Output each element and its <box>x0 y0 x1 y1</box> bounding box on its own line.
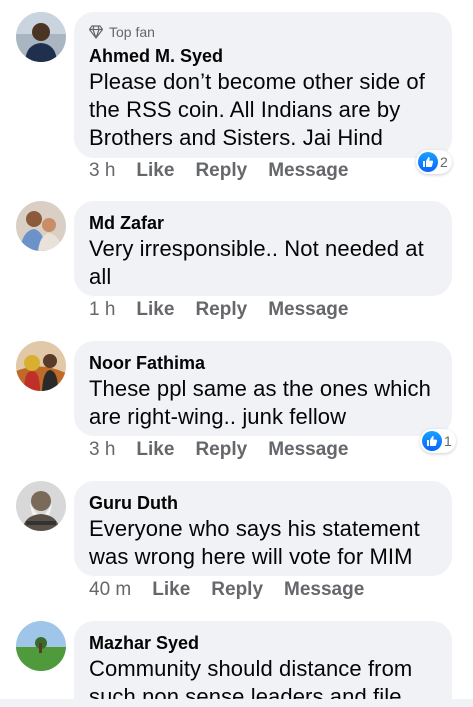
comment-actions: 3 h Like Reply Message <box>89 439 348 461</box>
message-button[interactable]: Message <box>284 579 364 601</box>
reaction-count[interactable]: 1 <box>420 429 456 453</box>
comment-bubble[interactable]: Top fan Ahmed M. Syed Please don’t becom… <box>74 12 452 158</box>
comment-actions: 1 h Like Reply Message <box>89 299 348 321</box>
avatar[interactable] <box>16 201 66 251</box>
comment-bubble[interactable]: Guru Duth Everyone who says his statemen… <box>74 481 452 576</box>
comment-text-line: all <box>89 264 112 289</box>
top-fan-badge: Top fan <box>89 23 436 41</box>
avatar[interactable] <box>16 12 66 62</box>
comment-text-line: Very irresponsible.. Not needed at <box>89 236 424 261</box>
avatar[interactable] <box>16 621 66 671</box>
reply-button[interactable]: Reply <box>195 299 247 321</box>
comment-author[interactable]: Noor Fathima <box>89 351 436 375</box>
comment-author[interactable]: Guru Duth <box>89 491 436 515</box>
reaction-number: 1 <box>444 433 452 449</box>
comment-time[interactable]: 3 h <box>89 160 115 182</box>
comment-text-line: Everyone who says his statement <box>89 516 420 541</box>
comment-bubble[interactable]: Mazhar Syed Community should distance fr… <box>74 621 452 707</box>
comments-feed: Top fan Ahmed M. Syed Please don’t becom… <box>0 0 473 707</box>
message-button[interactable]: Message <box>268 299 348 321</box>
comment-author[interactable]: Md Zafar <box>89 211 436 235</box>
comment-time[interactable]: 40 m <box>89 579 131 601</box>
comment-author[interactable]: Mazhar Syed <box>89 631 436 655</box>
bottom-divider <box>0 699 473 707</box>
like-icon <box>418 152 438 172</box>
like-button[interactable]: Like <box>136 160 174 182</box>
comment-bubble[interactable]: Md Zafar Very irresponsible.. Not needed… <box>74 201 452 296</box>
like-button[interactable]: Like <box>136 299 174 321</box>
comment-text-line: are right-wing.. junk fellow <box>89 404 347 429</box>
reaction-count[interactable]: 2 <box>416 150 452 174</box>
comment-bubble[interactable]: Noor Fathima These ppl same as the ones … <box>74 341 452 436</box>
comment-text-line: Community should distance from <box>89 656 413 681</box>
message-button[interactable]: Message <box>268 439 348 461</box>
reaction-number: 2 <box>440 154 448 170</box>
reply-button[interactable]: Reply <box>195 160 247 182</box>
diamond-icon <box>89 25 103 39</box>
comment-actions: 40 m Like Reply Message <box>89 579 364 601</box>
comment-actions: 3 h Like Reply Message <box>89 160 348 182</box>
reply-button[interactable]: Reply <box>211 579 263 601</box>
comment-text-line: Brothers and Sisters. Jai Hind <box>89 125 384 150</box>
badge-label: Top fan <box>109 24 155 40</box>
comment-text-line: the RSS coin. All Indians are by <box>89 97 401 122</box>
comment-text-line: was wrong here will vote for MIM <box>89 544 413 569</box>
reply-button[interactable]: Reply <box>195 439 247 461</box>
comment-author[interactable]: Ahmed M. Syed <box>89 44 436 68</box>
message-button[interactable]: Message <box>268 160 348 182</box>
avatar[interactable] <box>16 481 66 531</box>
comment-time[interactable]: 1 h <box>89 299 115 321</box>
avatar[interactable] <box>16 341 66 391</box>
comment-text-line: Please don’t become other side of <box>89 69 425 94</box>
like-icon <box>422 431 442 451</box>
comment-text-line: These ppl same as the ones which <box>89 376 431 401</box>
comment-time[interactable]: 3 h <box>89 439 115 461</box>
like-button[interactable]: Like <box>136 439 174 461</box>
like-button[interactable]: Like <box>152 579 190 601</box>
